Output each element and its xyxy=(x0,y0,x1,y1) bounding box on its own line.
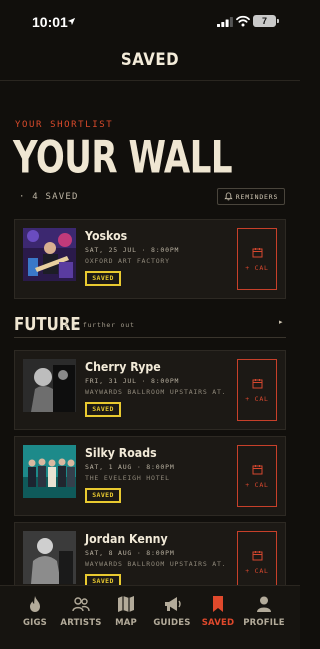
event-venue: WAYWARDS BALLROOM UPSTAIRS AT... xyxy=(85,560,225,568)
event-name: Jordan Kenny xyxy=(85,532,168,547)
calendar-label: + CAL xyxy=(245,394,269,403)
status-bar: 10:01 7 xyxy=(0,0,300,44)
event-date: SAT, 8 AUG · 8:00PM xyxy=(85,549,175,557)
add-to-calendar-button[interactable]: + CAL xyxy=(237,445,277,507)
tab-saved[interactable]: SAVED xyxy=(193,594,243,634)
event-date: SAT, 25 JUL · 8:00PM xyxy=(85,246,180,254)
tab-map[interactable]: MAP xyxy=(101,594,151,634)
add-to-calendar-button[interactable]: + CAL xyxy=(237,531,277,593)
event-thumbnail xyxy=(23,531,76,584)
event-card[interactable]: Cherry Rype FRI, 31 JUL · 8:00PM WAYWARD… xyxy=(14,350,286,430)
calendar-icon xyxy=(252,464,262,474)
cellular-signal-icon xyxy=(217,17,233,27)
event-name: Silky Roads xyxy=(85,446,157,461)
calendar-icon xyxy=(252,378,262,388)
calendar-label: + CAL xyxy=(245,480,269,489)
event-date: FRI, 31 JUL · 8:00PM xyxy=(85,377,180,385)
event-name: Cherry Rype xyxy=(85,360,161,375)
event-thumbnail xyxy=(23,445,76,498)
people-icon xyxy=(72,597,90,612)
calendar-label: + CAL xyxy=(245,263,269,272)
calendar-icon xyxy=(252,247,262,257)
tab-gigs[interactable]: GIGS xyxy=(10,594,60,634)
add-to-calendar-button[interactable]: + CAL xyxy=(237,228,277,290)
bookmark-icon xyxy=(213,596,223,612)
reminders-button[interactable]: REMINDERS xyxy=(217,188,285,205)
tab-guides[interactable]: GUIDES xyxy=(147,594,197,634)
section-divider xyxy=(14,337,286,338)
event-card[interactable]: Yoskos SAT, 25 JUL · 8:00PM OXFORD ART F… xyxy=(14,219,286,299)
megaphone-icon xyxy=(165,597,181,611)
wall-title: YOUR WALL xyxy=(13,132,233,184)
event-venue: OXFORD ART FACTORY xyxy=(85,257,170,265)
saved-badge[interactable]: SAVED xyxy=(85,402,121,417)
tab-label: ARTISTS xyxy=(60,618,102,628)
reminders-label: REMINDERS xyxy=(235,192,279,201)
tab-label: MAP xyxy=(115,618,137,628)
event-thumbnail xyxy=(23,359,76,412)
saved-badge[interactable]: SAVED xyxy=(85,271,121,286)
map-icon xyxy=(118,596,134,612)
location-arrow-icon xyxy=(67,17,76,26)
event-name: Yoskos xyxy=(85,229,128,244)
page-title: SAVED xyxy=(120,48,180,70)
future-section-meta: 3 · further out xyxy=(64,321,135,329)
battery-level: 7 xyxy=(253,15,276,27)
person-icon xyxy=(257,596,271,612)
tab-label: GUIDES xyxy=(153,618,191,628)
tab-profile[interactable]: PROFILE xyxy=(239,594,289,634)
nav-divider xyxy=(0,80,300,81)
calendar-label: + CAL xyxy=(245,566,269,575)
event-venue: THE EVELEIGH HOTEL xyxy=(85,474,170,482)
flame-icon xyxy=(30,596,40,612)
bell-icon xyxy=(224,192,233,201)
saved-count: · 4 SAVED xyxy=(19,192,79,202)
event-thumbnail xyxy=(23,228,76,281)
arrow-right-icon[interactable]: ▸ xyxy=(279,318,283,326)
event-date: SAT, 1 AUG · 8:00PM xyxy=(85,463,175,471)
add-to-calendar-button[interactable]: + CAL xyxy=(237,359,277,421)
tab-label: GIGS xyxy=(22,618,48,628)
tab-label: SAVED xyxy=(201,618,235,628)
tab-label: PROFILE xyxy=(243,618,285,628)
bottom-tab-bar: GIGS ARTISTS MAP GUIDES SAVED PROFILE xyxy=(0,585,300,649)
saved-badge[interactable]: SAVED xyxy=(85,488,121,503)
battery-tip xyxy=(277,19,279,23)
tab-artists[interactable]: ARTISTS xyxy=(56,594,106,634)
wifi-icon xyxy=(236,15,250,27)
calendar-icon xyxy=(252,550,262,560)
event-venue: WAYWARDS BALLROOM UPSTAIRS AT... xyxy=(85,388,225,396)
event-card[interactable]: Silky Roads SAT, 1 AUG · 8:00PM THE EVEL… xyxy=(14,436,286,516)
status-time: 10:01 xyxy=(32,14,68,30)
section-kicker: YOUR SHORTLIST xyxy=(15,120,114,130)
